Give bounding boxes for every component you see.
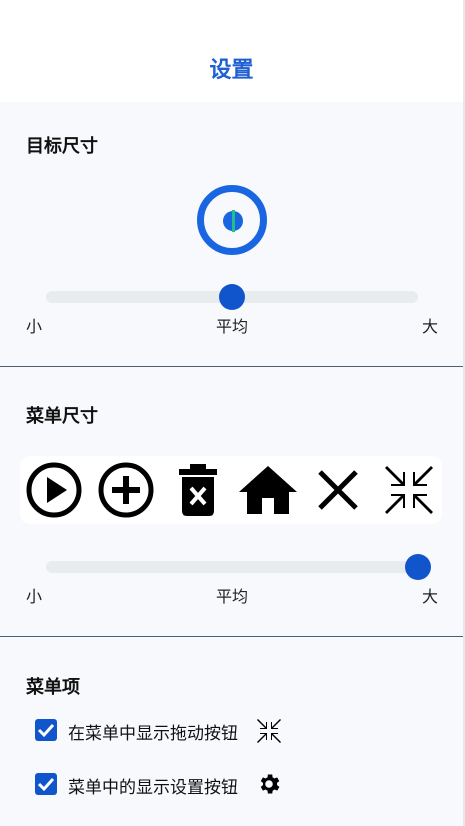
home-icon: [239, 466, 297, 514]
checkmark-icon: [37, 777, 55, 792]
settings-panel: 设置 目标尺寸 小 平均 大 菜单尺寸 小 平均 大 菜单项 在菜单中显示拖动按…: [0, 0, 463, 826]
gear-icon: [260, 774, 280, 794]
menu-items-title: 菜单项: [26, 677, 80, 698]
slider-min-label: 小: [26, 587, 43, 606]
menu-size-slider-thumb[interactable]: [405, 554, 431, 580]
close-icon: [318, 470, 358, 510]
option-label: 菜单中的显示设置按钮: [68, 778, 238, 798]
target-size-slider-thumb[interactable]: [219, 284, 245, 310]
play-icon: [26, 462, 82, 518]
menu-size-title: 菜单尺寸: [26, 406, 98, 427]
add-icon: [98, 462, 154, 518]
slider-mid-label: 平均: [216, 317, 249, 336]
menu-size-slider[interactable]: [46, 561, 418, 573]
page-title: 设置: [209, 58, 254, 83]
menu-icon-preview: [20, 456, 442, 524]
header: 设置: [0, 0, 463, 102]
slider-max-label: 大: [422, 317, 439, 336]
divider: [0, 366, 463, 367]
collapse-icon: [385, 466, 433, 514]
slider-mid-label: 平均: [216, 587, 249, 606]
divider: [0, 636, 463, 637]
checkmark-icon: [37, 723, 55, 738]
checkbox[interactable]: [35, 719, 57, 741]
slider-max-label: 大: [422, 587, 439, 606]
target-size-title: 目标尺寸: [26, 136, 98, 157]
checkbox[interactable]: [35, 773, 57, 795]
collapse-icon: [257, 719, 281, 743]
delete-icon: [179, 464, 217, 516]
slider-min-label: 小: [26, 317, 43, 336]
target-line: [232, 210, 235, 232]
option-label: 在菜单中显示拖动按钮: [68, 724, 238, 744]
